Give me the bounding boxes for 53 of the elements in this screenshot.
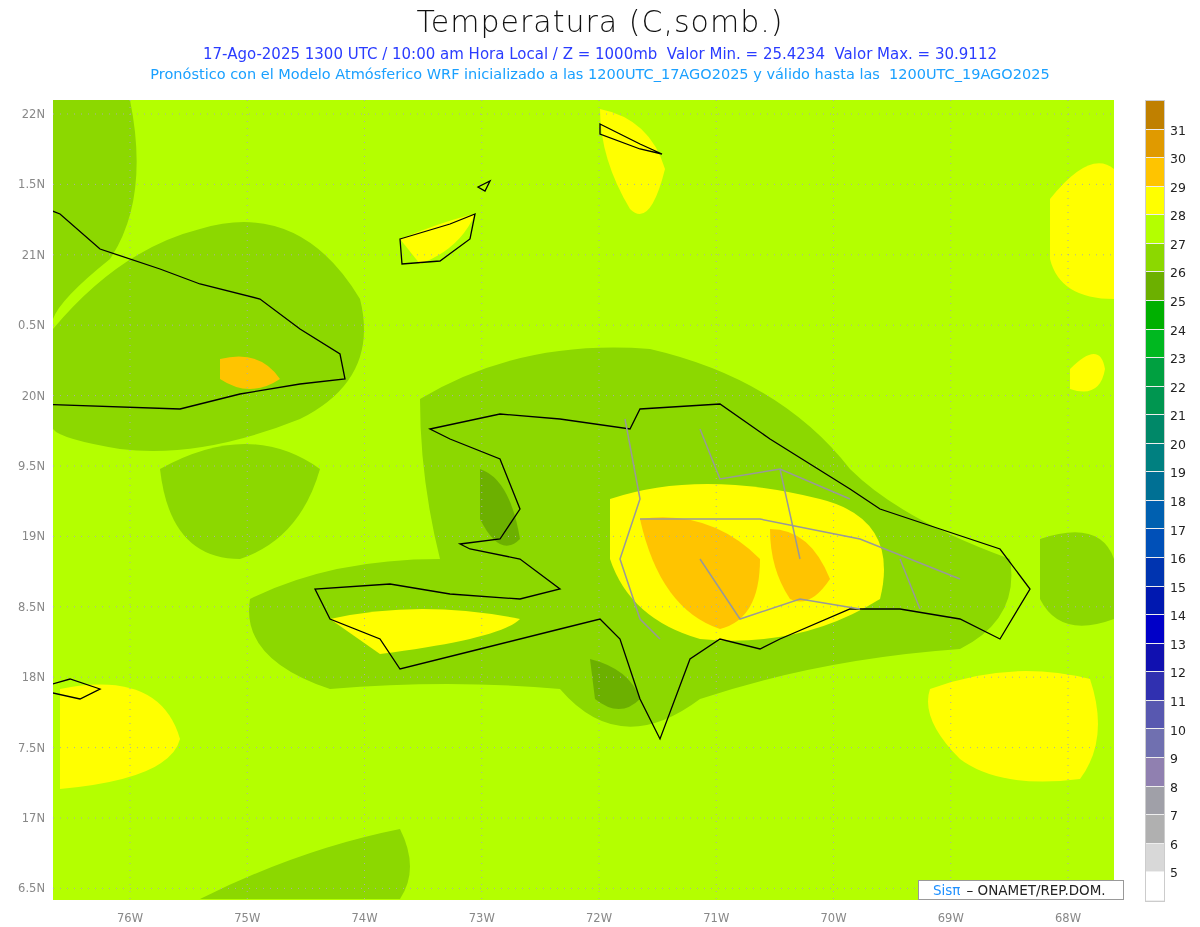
latitude-label: 7.5N xyxy=(18,740,45,755)
scale-label: 15 xyxy=(1170,579,1186,595)
latitude-label: 19N xyxy=(21,529,45,544)
latitude-label: 6.5N xyxy=(18,881,45,896)
latitude-label: 21N xyxy=(21,247,45,262)
latitude-label: 9.5N xyxy=(18,459,45,473)
scale-label: 8 xyxy=(1170,779,1178,795)
longitude-label: 72W xyxy=(586,910,612,925)
scale-label: 7 xyxy=(1170,808,1178,824)
scale-label: 10 xyxy=(1170,722,1186,738)
logo-text: Sisπ xyxy=(933,882,961,898)
scale-label: 22 xyxy=(1170,379,1186,395)
latitude-label: 8.5N xyxy=(18,599,45,614)
scale-label: 11 xyxy=(1170,694,1186,709)
scale-label: 24 xyxy=(1170,322,1186,338)
longitude-label: 69W xyxy=(937,910,964,925)
scale-label: 19 xyxy=(1170,465,1186,481)
chart-title: Temperatura (C,somb.) xyxy=(416,4,784,40)
scale-label: 27 xyxy=(1170,236,1186,252)
scale-label: 6 xyxy=(1170,836,1178,852)
scale-label: 5 xyxy=(1170,865,1178,881)
scale-label: 30 xyxy=(1170,151,1186,167)
latitude-label: 18N xyxy=(21,670,45,685)
longitude-label: 75W xyxy=(234,910,261,925)
latitude-label: 17N xyxy=(21,811,45,825)
scale-label: 14 xyxy=(1170,608,1186,624)
scale-label: 9 xyxy=(1170,751,1178,767)
longitude-label: 71W xyxy=(703,910,730,925)
scale-label: 12 xyxy=(1170,665,1186,681)
latitude-label: 1.5N xyxy=(18,177,45,192)
scale-label: 16 xyxy=(1170,551,1186,567)
longitude-label: 73W xyxy=(468,910,495,925)
credit-text: – ONAMET/REP.DOM. xyxy=(966,882,1106,898)
chart-subtitle: 17-Ago-2025 1300 UTC / 10:00 am Hora Local / Z = 1000mb Valor Min. = 25.4234 Valor Max. = 30.9112 xyxy=(203,44,997,64)
latitude-label: 20N xyxy=(21,388,45,403)
scale-label: 29 xyxy=(1170,179,1186,195)
scale-label: 13 xyxy=(1170,636,1186,652)
scale-label: 28 xyxy=(1170,208,1186,224)
latitude-label: 22N xyxy=(21,107,45,121)
longitude-label: 68W xyxy=(1055,910,1081,925)
scale-label: 25 xyxy=(1170,294,1186,309)
scale-label: 23 xyxy=(1170,351,1186,367)
chart-subtitle: Pronóstico con el Modelo Atmósferico WRF inicializado a las 1200UTC_17AGO2025 y válido hasta las 1200UTC_19AGO2025 xyxy=(150,65,1050,84)
scale-label: 17 xyxy=(1170,522,1186,538)
scale-label: 18 xyxy=(1170,494,1186,509)
scale-label: 20 xyxy=(1170,436,1186,452)
scale-label: 21 xyxy=(1170,408,1186,424)
longitude-label: 70W xyxy=(820,910,847,925)
scale-label: 31 xyxy=(1170,122,1186,138)
longitude-label: 74W xyxy=(351,910,378,925)
longitude-label: 76W xyxy=(117,910,143,925)
latitude-label: 0.5N xyxy=(18,318,45,333)
scale-label: 26 xyxy=(1170,265,1186,281)
